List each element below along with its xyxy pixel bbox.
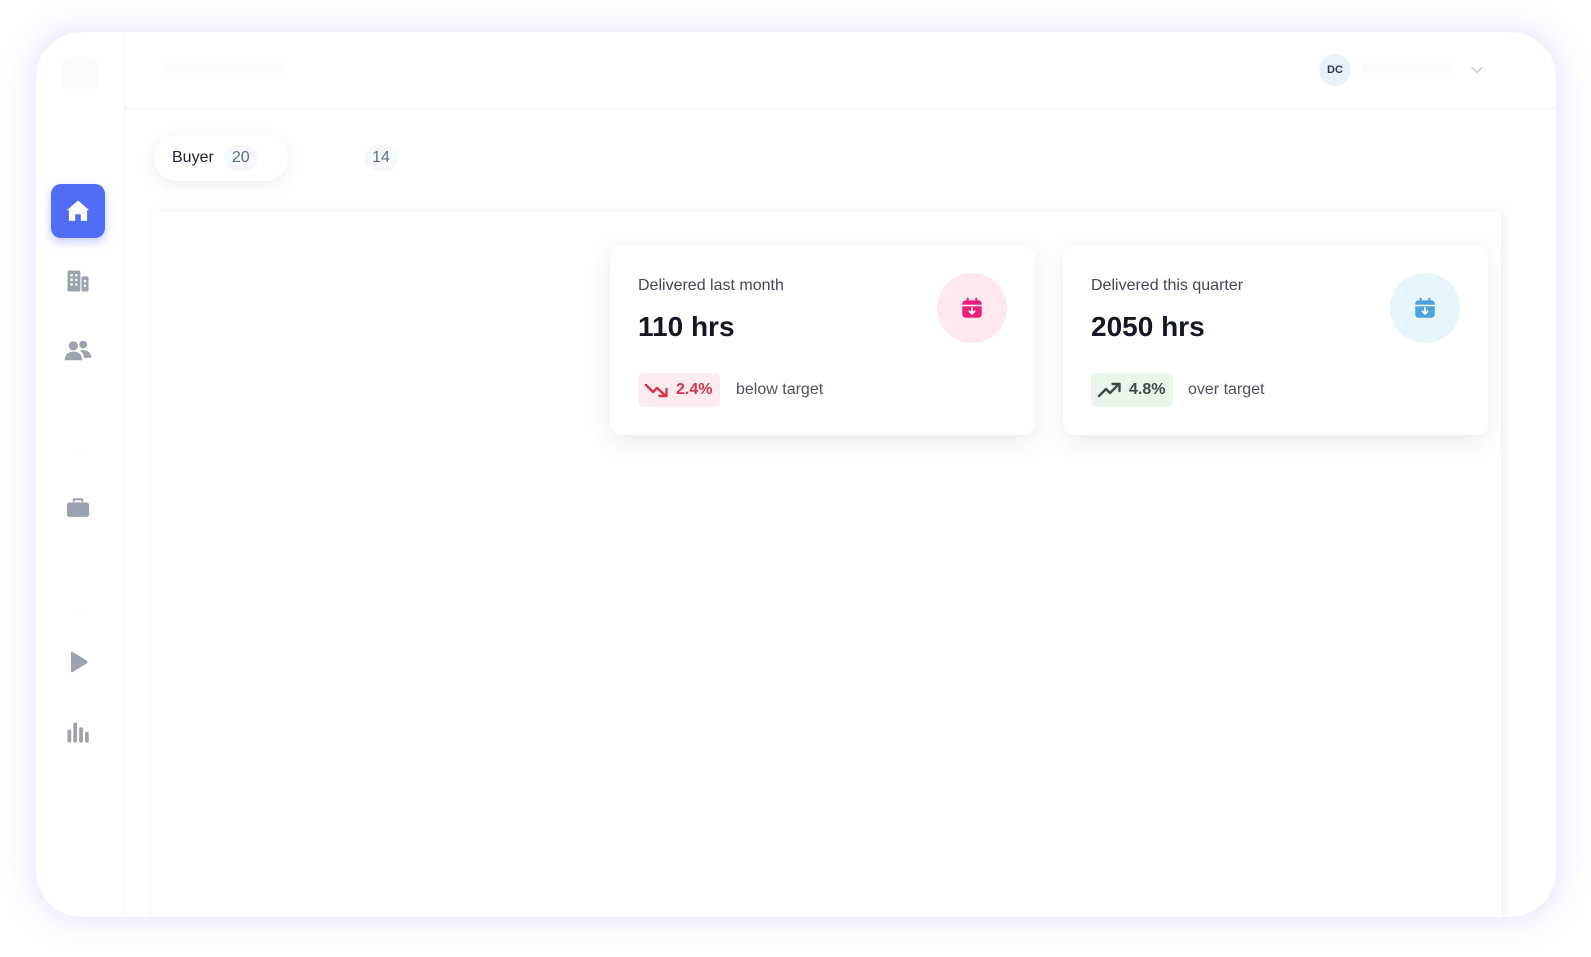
page-title-placeholder (164, 60, 284, 76)
tab-count: 20 (223, 145, 258, 171)
tab-seller[interactable]: 14 (308, 135, 428, 181)
delta-text: below target (736, 381, 824, 398)
trend-down-icon (644, 383, 668, 398)
nav-analytics[interactable] (51, 705, 105, 759)
stat-value: 2050 hrs (1091, 311, 1205, 342)
bar-chart-icon (67, 722, 89, 743)
tab-label: Buyer (172, 149, 214, 166)
building-icon (67, 270, 89, 292)
nav-companies[interactable] (51, 254, 105, 308)
home-icon (66, 200, 90, 221)
stat-icon-badge (937, 273, 1007, 343)
nav-section-buyer: ··· (74, 448, 86, 458)
nav-projects[interactable] (51, 480, 105, 534)
sidebar: ··· ··· (36, 32, 125, 917)
delta-value: 2.4% (676, 381, 713, 398)
play-icon (70, 651, 88, 673)
user-avatar[interactable]: DC (1319, 54, 1351, 86)
trend-up-icon (1097, 382, 1121, 398)
calendar-download-icon (1415, 297, 1435, 318)
delta-badge: 2.4% (638, 373, 721, 407)
briefcase-icon (66, 498, 90, 517)
app-window: ··· ··· DC Buyer 20 14 Delivered last mo… (36, 32, 1556, 917)
nav-play[interactable] (51, 635, 105, 689)
nav-people[interactable] (51, 324, 105, 378)
stat-card-this-quarter: Delivered this quarter 2050 hrs 4.8% ove… (1063, 245, 1488, 435)
top-bar: DC (124, 32, 1556, 109)
delta-value: 4.8% (1129, 381, 1166, 398)
stat-label: Delivered last month (638, 277, 784, 294)
stat-label: Delivered this quarter (1091, 277, 1244, 294)
chevron-down-icon[interactable] (1469, 62, 1485, 78)
nav-section-seller: ··· (74, 604, 86, 614)
tab-buyer[interactable]: Buyer 20 (154, 135, 288, 181)
stat-icon-badge (1390, 273, 1460, 343)
tab-count: 14 (364, 145, 398, 171)
user-name-placeholder (1362, 62, 1452, 76)
stat-value: 110 hrs (638, 311, 735, 342)
calendar-download-icon (962, 297, 982, 318)
users-icon (64, 340, 92, 361)
delta-text: over target (1188, 381, 1265, 398)
stat-card-last-month: Delivered last month 110 hrs 2.4% below … (610, 245, 1035, 435)
delta-badge: 4.8% (1091, 373, 1174, 407)
app-logo[interactable] (62, 56, 98, 92)
nav-home[interactable] (51, 184, 105, 238)
